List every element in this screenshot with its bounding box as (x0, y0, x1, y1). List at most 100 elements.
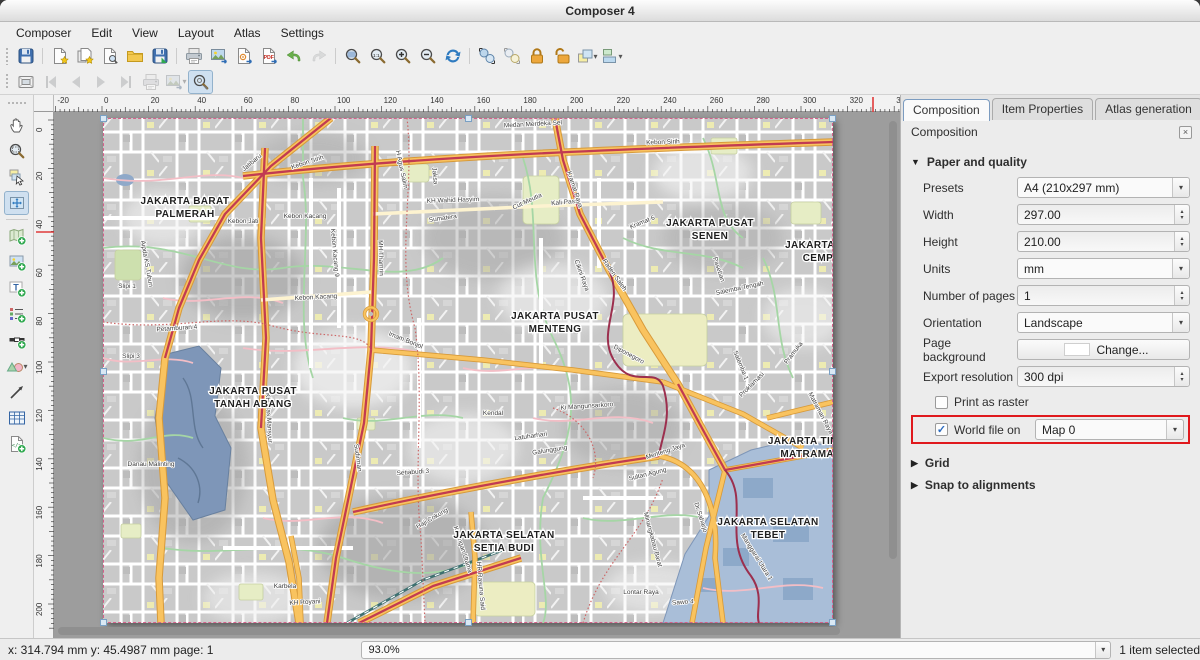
tab-item-properties[interactable]: Item Properties (992, 98, 1093, 120)
add-new-scalebar-button[interactable] (4, 328, 29, 352)
menu-composer[interactable]: Composer (6, 24, 81, 42)
svg-text:140: 140 (35, 457, 44, 471)
print-icon (184, 46, 204, 66)
toolbar-grip[interactable] (7, 101, 27, 106)
undo-button[interactable] (281, 44, 306, 68)
align-selected-items-button[interactable]: ▾ (599, 44, 624, 68)
new-composition-button[interactable] (47, 44, 72, 68)
zoom-actual-button[interactable]: 1:1 (365, 44, 390, 68)
height-spinbox[interactable]: 210.00 ▴▾ (1017, 231, 1190, 252)
group-grid[interactable]: ▶ Grid (911, 456, 1190, 470)
preview-atlas-button[interactable] (13, 70, 38, 94)
print-button[interactable] (181, 44, 206, 68)
world-file-row[interactable]: ✓ World file on (935, 423, 1035, 437)
selection-handle[interactable] (100, 368, 107, 375)
deselect-all-button[interactable] (499, 44, 524, 68)
selection-handle[interactable] (829, 368, 836, 375)
menu-view[interactable]: View (122, 24, 168, 42)
menu-atlas[interactable]: Atlas (224, 24, 271, 42)
dropdown-caret-icon[interactable]: ▾ (593, 52, 597, 61)
add-attribute-table-button[interactable] (4, 406, 29, 430)
add-new-legend-button[interactable] (4, 302, 29, 326)
add-html-frame-button[interactable]: </> (4, 432, 29, 456)
add-image-button[interactable] (4, 250, 29, 274)
composition-page[interactable]: Medan Merdeka SelKebon SirihKebon SirihJ… (103, 118, 833, 623)
map-item[interactable]: Medan Merdeka SelKebon SirihKebon SirihJ… (103, 118, 833, 623)
tab-composition[interactable]: Composition (903, 99, 990, 121)
world-file-map-combo[interactable]: Map 0 ▾ (1035, 419, 1184, 440)
composer-manager-button[interactable] (97, 44, 122, 68)
save-project-button[interactable] (13, 44, 38, 68)
select-move-item-button[interactable] (4, 165, 29, 189)
export-as-pdf-button[interactable]: PDF (256, 44, 281, 68)
selection-handle[interactable] (465, 619, 472, 626)
print-as-raster-row[interactable]: Print as raster (935, 393, 1190, 411)
dropdown-caret-icon[interactable]: ▾ (182, 77, 186, 86)
composer-canvas[interactable]: Medan Merdeka SelKebon SirihKebon SirihJ… (34, 95, 900, 638)
export-as-image-button[interactable] (206, 44, 231, 68)
group-paper-and-quality[interactable]: ▼ Paper and quality (911, 155, 1190, 169)
zoom-full-button[interactable] (340, 44, 365, 68)
units-combo[interactable]: mm ▾ (1017, 258, 1190, 279)
spin-buttons[interactable]: ▴▾ (1174, 205, 1189, 224)
toolbar-grip[interactable] (5, 47, 10, 65)
dropdown-caret-icon[interactable]: ▾ (23, 362, 27, 371)
presets-combo[interactable]: A4 (210x297 mm) ▾ (1017, 177, 1190, 198)
world-file-checkbox[interactable]: ✓ (935, 423, 948, 436)
num-pages-spinbox[interactable]: 1 ▴▾ (1017, 285, 1190, 306)
selection-handle[interactable] (829, 619, 836, 626)
close-icon[interactable]: × (1179, 126, 1192, 139)
page-background-button[interactable]: Change... (1017, 339, 1190, 360)
new-comp-icon (50, 46, 70, 66)
width-spinbox[interactable]: 297.00 ▴▾ (1017, 204, 1190, 225)
dropdown-caret-icon[interactable]: ▾ (618, 52, 622, 61)
spin-buttons[interactable]: ▴▾ (1174, 232, 1189, 251)
menu-edit[interactable]: Edit (81, 24, 122, 42)
atlas-settings-button[interactable] (188, 70, 213, 94)
undo-icon (284, 46, 304, 66)
selection-handle[interactable] (100, 619, 107, 626)
group-snap-to-alignments[interactable]: ▶ Snap to alignments (911, 478, 1190, 492)
spin-buttons[interactable]: ▴▾ (1174, 286, 1189, 305)
load-from-template-button[interactable] (122, 44, 147, 68)
spin-buttons[interactable]: ▴▾ (1174, 367, 1189, 386)
vertical-scrollbar[interactable] (888, 115, 898, 624)
tab-atlas-generation[interactable]: Atlas generation (1095, 98, 1200, 120)
zoom-button[interactable] (4, 139, 29, 163)
save-as-template-button[interactable] (147, 44, 172, 68)
selection-handle[interactable] (465, 115, 472, 122)
export-image-icon (164, 72, 184, 92)
zoom-out-button[interactable] (415, 44, 440, 68)
move-item-content-button[interactable] (4, 191, 29, 215)
add-arrow-button[interactable] (4, 380, 29, 404)
menu-settings[interactable]: Settings (271, 24, 334, 42)
titlebar[interactable]: Composer 4 (0, 0, 1200, 22)
horizontal-scrollbar[interactable] (54, 626, 886, 636)
zoom-in-button[interactable] (390, 44, 415, 68)
unlock-all-items-button[interactable] (549, 44, 574, 68)
selection-handle[interactable] (829, 115, 836, 122)
svg-text:Kebon Sirih: Kebon Sirih (646, 138, 680, 146)
add-scalebar-icon (7, 330, 27, 350)
unlock-icon (552, 46, 572, 66)
export-resolution-spinbox[interactable]: 300 dpi ▴▾ (1017, 366, 1190, 387)
refresh-view-button[interactable] (440, 44, 465, 68)
toolbar-grip[interactable] (5, 73, 10, 90)
print-as-raster-checkbox[interactable] (935, 396, 948, 409)
zoom-level-combo[interactable]: 93.0% ▾ (361, 641, 1111, 659)
export-as-svg-button[interactable] (231, 44, 256, 68)
zoom-100-icon: 1:1 (368, 46, 388, 66)
add-basic-shape-button[interactable]: ▾ (4, 354, 29, 378)
pan-button[interactable] (4, 113, 29, 137)
duplicate-composition-button[interactable] (72, 44, 97, 68)
lock-selected-items-button[interactable] (524, 44, 549, 68)
selection-handle[interactable] (100, 115, 107, 122)
manager-icon (100, 46, 120, 66)
orientation-combo[interactable]: Landscape ▾ (1017, 312, 1190, 333)
select-items-button[interactable] (474, 44, 499, 68)
add-new-map-button[interactable] (4, 224, 29, 248)
raise-selected-items-button[interactable]: ▾ (574, 44, 599, 68)
color-swatch (1064, 343, 1090, 356)
add-new-label-button[interactable]: T (4, 276, 29, 300)
menu-layout[interactable]: Layout (168, 24, 224, 42)
